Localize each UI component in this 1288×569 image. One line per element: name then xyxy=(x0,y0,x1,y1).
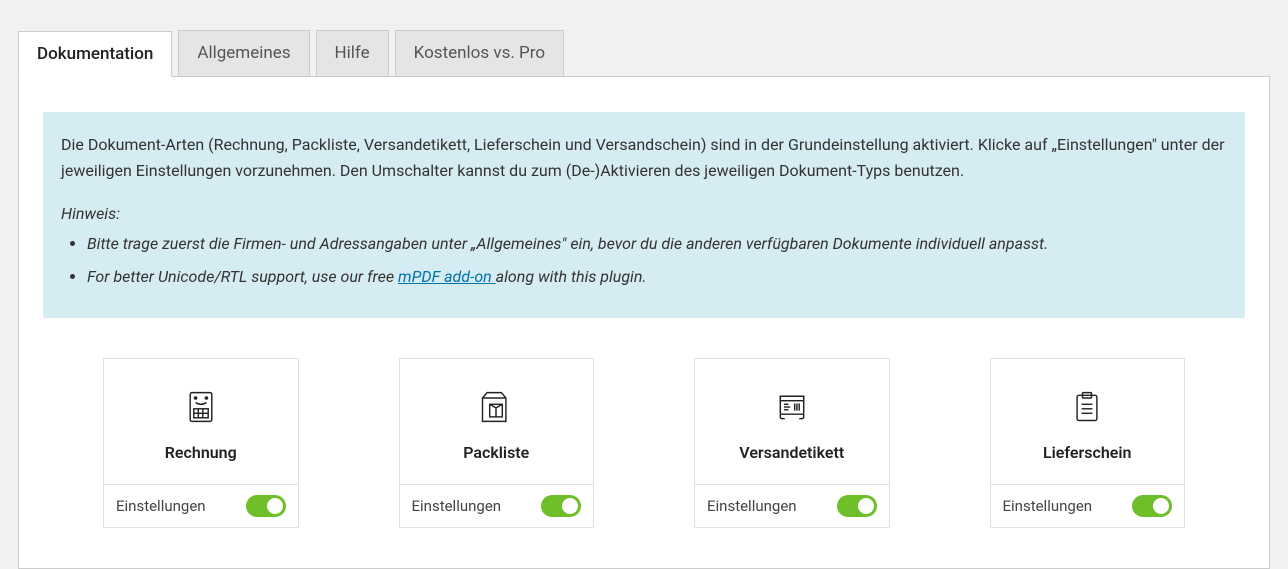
card-body: Versandetikett xyxy=(695,359,889,484)
toggle-versandetikett[interactable] xyxy=(837,495,877,517)
notice-list: Bitte trage zuerst die Firmen- und Adres… xyxy=(61,231,1227,290)
label-icon xyxy=(774,389,810,429)
document-cards: Rechnung Einstellungen xyxy=(43,358,1245,528)
clipboard-icon xyxy=(1069,389,1105,429)
card-body: Packliste xyxy=(400,359,594,484)
toggle-rechnung[interactable] xyxy=(246,495,286,517)
toggle-lieferschein[interactable] xyxy=(1132,495,1172,517)
card-title: Versandetikett xyxy=(739,443,844,462)
tab-kostenlos-vs-pro[interactable]: Kostenlos vs. Pro xyxy=(395,30,564,76)
notice-hint-label: Hinweis: xyxy=(61,201,1227,227)
notice-bullet-2-suffix: along with this plugin. xyxy=(496,267,647,286)
package-icon xyxy=(478,389,514,429)
card-body: Rechnung xyxy=(104,359,298,484)
card-footer: Einstellungen xyxy=(991,484,1185,527)
toggle-packliste[interactable] xyxy=(541,495,581,517)
card-rechnung: Rechnung Einstellungen xyxy=(103,358,299,528)
tab-allgemeines[interactable]: Allgemeines xyxy=(178,30,309,76)
card-title: Packliste xyxy=(463,443,529,462)
card-footer: Einstellungen xyxy=(695,484,889,527)
card-versandetikett: Versandetikett Einstellungen xyxy=(694,358,890,528)
settings-link-lieferschein[interactable]: Einstellungen xyxy=(1003,497,1093,515)
invoice-icon xyxy=(183,389,219,429)
tab-hilfe[interactable]: Hilfe xyxy=(316,30,389,76)
notice-bullet-1: Bitte trage zuerst die Firmen- und Adres… xyxy=(87,231,1227,257)
tab-dokumentation[interactable]: Dokumentation xyxy=(18,31,172,77)
settings-link-versandetikett[interactable]: Einstellungen xyxy=(707,497,797,515)
mpdf-addon-link[interactable]: mPDF add-on xyxy=(398,267,496,286)
card-title: Lieferschein xyxy=(1043,443,1131,462)
tabs: Dokumentation Allgemeines Hilfe Kostenlo… xyxy=(18,30,1270,77)
settings-link-rechnung[interactable]: Einstellungen xyxy=(116,497,206,515)
tab-content: Die Dokument-Arten (Rechnung, Packliste,… xyxy=(18,77,1270,569)
settings-link-packliste[interactable]: Einstellungen xyxy=(412,497,502,515)
card-packliste: Packliste Einstellungen xyxy=(399,358,595,528)
card-title: Rechnung xyxy=(165,443,237,462)
notice-intro: Die Dokument-Arten (Rechnung, Packliste,… xyxy=(61,132,1227,183)
card-footer: Einstellungen xyxy=(400,484,594,527)
notice-bullet-2: For better Unicode/RTL support, use our … xyxy=(87,264,1227,290)
card-lieferschein: Lieferschein Einstellungen xyxy=(990,358,1186,528)
info-notice: Die Dokument-Arten (Rechnung, Packliste,… xyxy=(43,112,1245,318)
card-footer: Einstellungen xyxy=(104,484,298,527)
notice-bullet-2-prefix: For better Unicode/RTL support, use our … xyxy=(87,267,398,286)
card-body: Lieferschein xyxy=(991,359,1185,484)
